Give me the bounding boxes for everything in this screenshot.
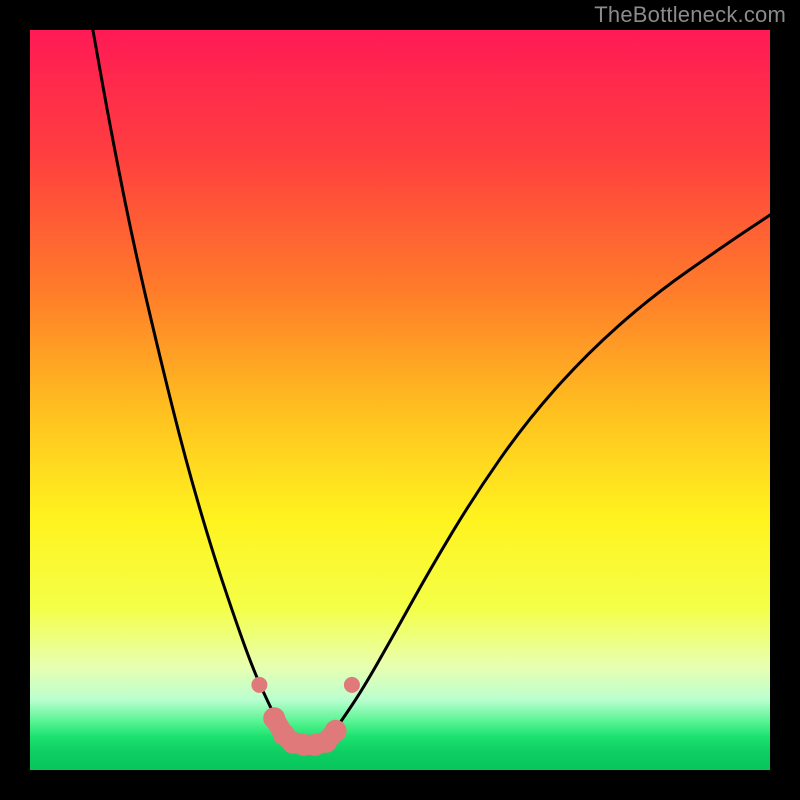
- watermark-text: TheBottleneck.com: [594, 2, 786, 28]
- valley-marker: [251, 677, 267, 693]
- valley-marker: [344, 677, 360, 693]
- plot-background: [30, 30, 770, 770]
- bottleneck-chart-svg: [0, 0, 800, 800]
- chart-canvas: TheBottleneck.com: [0, 0, 800, 800]
- valley-marker: [325, 720, 347, 742]
